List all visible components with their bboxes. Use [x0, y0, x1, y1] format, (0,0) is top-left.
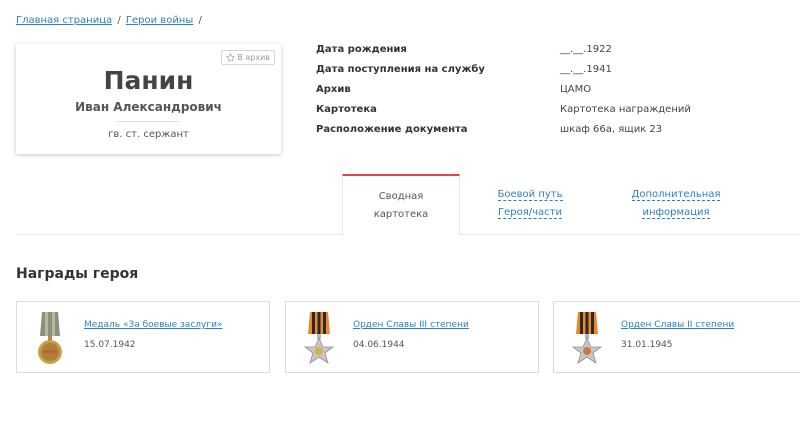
award-link[interactable]: Орден Славы III степени [353, 320, 469, 330]
award-date: 04.06.1944 [353, 340, 405, 350]
order-glory-3-icon [303, 312, 335, 364]
tab-label-line: Боевой путь [497, 189, 563, 201]
info-value: __.__.1941 [560, 64, 612, 75]
breadcrumb-heroes-link[interactable]: Герои войны [126, 15, 193, 26]
add-to-archive-button[interactable]: В архив [221, 50, 275, 65]
info-value: ЦАМО [560, 84, 592, 95]
award-card: Орден Славы II степени 31.01.1945 [553, 301, 800, 373]
awards-section-title: Награды героя [16, 266, 139, 282]
award-date: 31.01.1945 [621, 340, 673, 350]
breadcrumb-separator: / [117, 15, 121, 26]
info-label: Расположение документа [316, 124, 468, 135]
tab-label-line: Героя/части [498, 207, 562, 219]
info-label: Архив [316, 84, 351, 95]
tab-summary-card[interactable]: Сводная картотека [342, 174, 460, 235]
info-value: шкаф 66а, ящик 23 [560, 124, 663, 135]
tab-label-line: Сводная [378, 191, 424, 202]
award-date: 15.07.1942 [84, 340, 136, 350]
award-card: Медаль «За боевые заслуги» 15.07.1942 [16, 301, 270, 373]
info-label: Дата поступления на службу [316, 64, 485, 75]
add-to-archive-label: В архив [237, 53, 270, 62]
medal-combat-merit-icon [38, 312, 62, 364]
info-value: __.__.1922 [560, 44, 612, 55]
hero-surname: Панин [103, 66, 194, 95]
tab-additional-info[interactable]: Дополнительная информация [614, 174, 738, 235]
info-label: Дата рождения [316, 44, 407, 55]
hero-given-names: Иван Александрович [75, 100, 222, 114]
hero-card: В архив Панин Иван Александрович гв. ст.… [16, 44, 281, 154]
star-icon [226, 53, 236, 62]
order-glory-2-icon [571, 312, 603, 364]
award-card: Орден Славы III степени 04.06.1944 [285, 301, 539, 373]
breadcrumb-home-link[interactable]: Главная страница [16, 15, 112, 26]
card-divider [117, 121, 179, 122]
tab-label-line: картотека [373, 209, 429, 220]
info-value: Картотека награждений [560, 104, 691, 115]
info-label: Картотека [316, 104, 377, 115]
award-link[interactable]: Медаль «За боевые заслуги» [84, 320, 222, 330]
award-link[interactable]: Орден Славы II степени [621, 320, 734, 330]
tab-label-line: Дополнительная [631, 189, 721, 201]
breadcrumb-separator: / [198, 15, 202, 26]
tab-label-line: информация [642, 207, 710, 219]
hero-rank: гв. ст. сержант [108, 129, 189, 140]
breadcrumb: Главная страница / Герои войны / [16, 15, 204, 26]
tab-battle-path[interactable]: Боевой путь Героя/части [478, 174, 582, 235]
